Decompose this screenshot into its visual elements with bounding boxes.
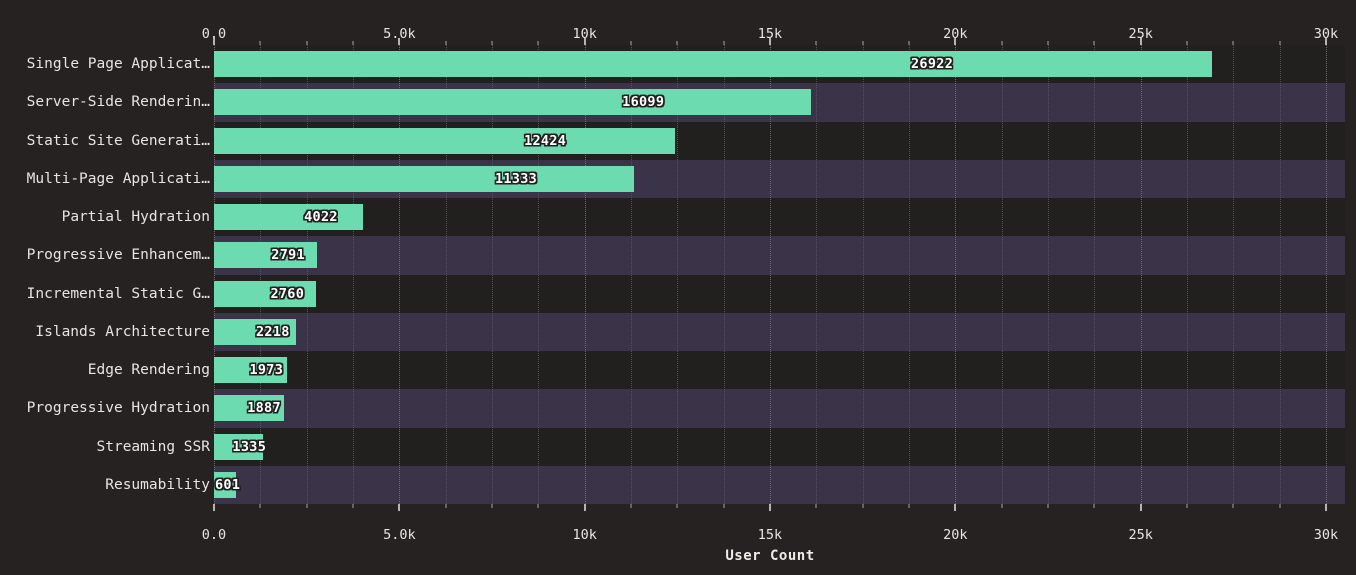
axis-tick-minor: [259, 504, 262, 508]
x-tick-label: 0.0: [201, 527, 227, 543]
bar-row[interactable]: 1335: [214, 433, 1326, 460]
axis-tick-minor: [1047, 504, 1049, 508]
bar-value-label: 11333: [494, 170, 538, 187]
bar-row[interactable]: 2791: [214, 242, 1326, 269]
axis-tick-minor: [1278, 504, 1281, 508]
axis-tick-major: [1139, 504, 1142, 511]
axis-tick-minor: [352, 504, 354, 508]
axis-tick-minor: [676, 504, 679, 508]
category-label: Progressive Hydration: [26, 400, 210, 417]
bar[interactable]: [214, 127, 675, 154]
bar-row[interactable]: 1973: [214, 357, 1326, 384]
bar-value-label: 1973: [249, 362, 284, 379]
axis-tick-minor: [1000, 504, 1003, 508]
axis-tick-major: [213, 504, 215, 511]
axis-tick-major: [954, 504, 957, 511]
bar-row[interactable]: 26922: [214, 51, 1326, 78]
x-tick-label: 30k: [1313, 527, 1339, 543]
axis-tick-minor: [1232, 504, 1235, 508]
bar-row[interactable]: 4022: [214, 204, 1326, 231]
bar-row[interactable]: 12424: [214, 127, 1326, 154]
axis-tick-major: [1325, 504, 1327, 511]
axis-tick-minor: [1093, 504, 1096, 508]
bar-value-label: 1335: [232, 438, 267, 455]
category-label: Streaming SSR: [96, 438, 211, 455]
x-tick-label: 20k: [943, 527, 968, 543]
bottom-axis-tick-labels: 0.0 5.0k 10k 15k 20k 25k 30k: [0, 0, 1356, 543]
axis-tick-minor: [537, 504, 540, 508]
bar-value-label: 2218: [255, 323, 290, 340]
bar-value-label: 601: [215, 476, 241, 493]
bar-value-label: 1887: [247, 400, 281, 417]
bar-row[interactable]: 16099: [214, 89, 1326, 116]
bar-value-label: 4022: [304, 209, 338, 226]
axis-tick-major: [583, 504, 586, 511]
category-label: Progressive Enhancem…: [26, 247, 210, 264]
category-label: Islands Architecture: [35, 323, 210, 340]
bar[interactable]: [214, 51, 1212, 78]
category-label: Single Page Applicat…: [26, 56, 210, 73]
category-label: Resumability: [105, 476, 210, 493]
axis-tick-minor: [861, 504, 864, 508]
category-label: Server-Side Renderin…: [26, 94, 210, 111]
axis-tick-minor: [815, 504, 818, 508]
axis-tick-minor: [444, 504, 447, 508]
x-tick-label: 15k: [757, 527, 783, 543]
bar-chart: 0.0 5.0k 10k 15k 20k 25k 30k 26922 16099 12424 11…: [0, 0, 1356, 575]
gridline-major: [1326, 45, 1328, 504]
bar-value-label: 16099: [622, 94, 665, 111]
x-tick-label: 5.0k: [383, 527, 416, 543]
axis-tick-minor: [630, 504, 632, 508]
bar-value-label: 2760: [270, 285, 305, 302]
category-label: Edge Rendering: [87, 362, 210, 379]
bar[interactable]: [214, 165, 635, 192]
bar-row[interactable]: 11333: [214, 165, 1326, 192]
axis-tick-minor: [1186, 504, 1188, 508]
category-label: Multi-Page Applicati…: [26, 170, 210, 187]
axis-tick-major: [769, 504, 771, 511]
category-label: Static Site Generati…: [26, 132, 210, 149]
x-tick-label: 25k: [1128, 527, 1153, 543]
bar-row[interactable]: 2760: [214, 280, 1326, 307]
axis-tick-minor: [305, 504, 308, 508]
bar-value-label: 2791: [271, 247, 305, 264]
category-label: Incremental Static G…: [26, 285, 210, 302]
axis-tick-minor: [491, 504, 493, 508]
plot-area: 26922 16099 12424 11333 4022 2791 2760 2218 1973…: [214, 45, 1345, 504]
bar-value-label: 26922: [910, 56, 954, 73]
axis-tick-major: [398, 504, 401, 511]
bar-value-label: 12424: [524, 132, 567, 149]
bar[interactable]: [214, 89, 811, 116]
category-label: Partial Hydration: [61, 209, 210, 226]
bar-row[interactable]: 601: [214, 471, 1326, 498]
x-tick-label: 10k: [572, 527, 597, 543]
axis-tick-minor: [722, 504, 725, 508]
bar[interactable]: [214, 204, 364, 231]
x-axis-title: User Count: [725, 548, 815, 564]
axis-tick-minor: [908, 504, 910, 508]
bar-row[interactable]: 1887: [214, 395, 1326, 422]
bar-row[interactable]: 2218: [214, 318, 1326, 345]
